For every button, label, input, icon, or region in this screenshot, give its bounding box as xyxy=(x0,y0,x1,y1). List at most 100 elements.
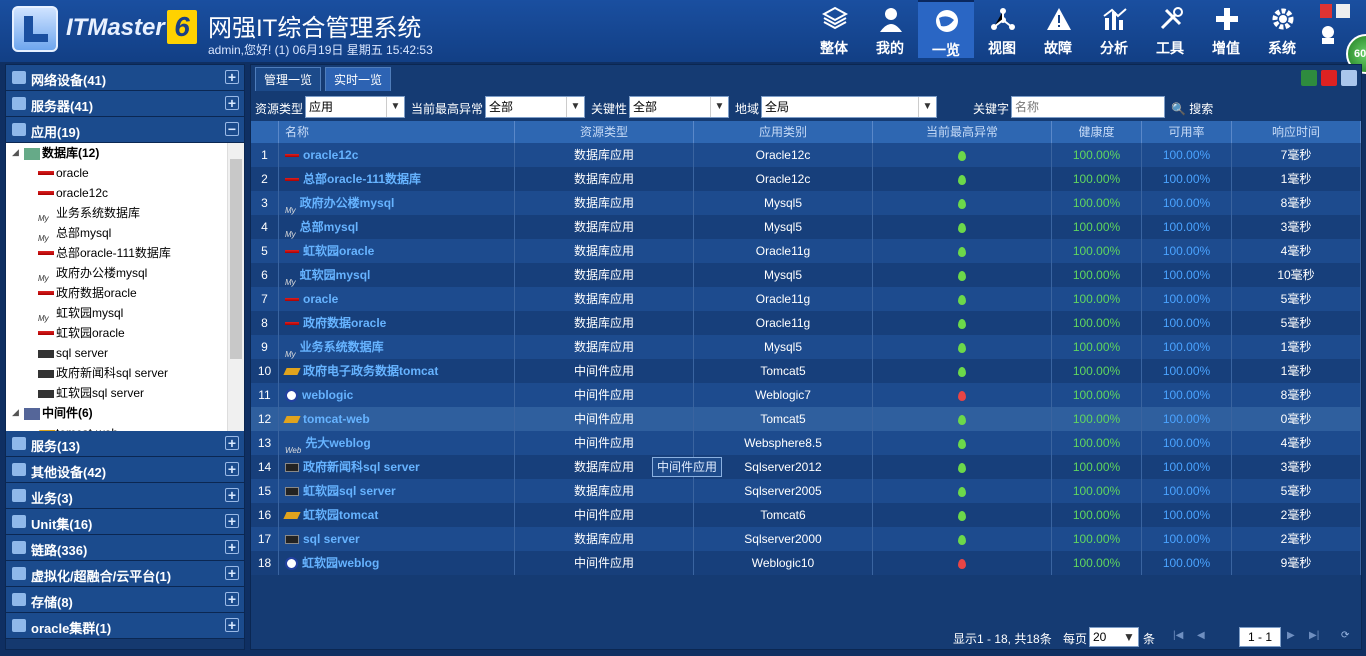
alarm-status-icon[interactable] xyxy=(958,510,966,521)
expand-icon[interactable]: + xyxy=(225,488,239,502)
resource-name-cell[interactable]: 虹软园oracle xyxy=(279,239,515,263)
col-resource-type[interactable]: 资源类型 xyxy=(515,121,694,143)
nav-item-7[interactable]: 增值 xyxy=(1198,0,1254,58)
sidebar-category[interactable]: 虚拟化/超融合/云平台(1) + xyxy=(6,561,244,587)
alarm-status-icon[interactable] xyxy=(958,366,966,377)
tree-toggle-icon[interactable]: ◢ xyxy=(12,147,19,158)
next-page-icon[interactable]: ▶ xyxy=(1287,630,1295,641)
resource-name-cell[interactable]: tomcat-web xyxy=(279,407,515,431)
resource-name-cell[interactable]: My 业务系统数据库 xyxy=(279,335,515,359)
tree-item[interactable]: oracle xyxy=(38,163,89,183)
resource-name-link[interactable]: sql server xyxy=(303,532,360,546)
excel-export-icon[interactable] xyxy=(1301,70,1317,86)
tree-item[interactable]: 总部oracle-111数据库 xyxy=(38,243,171,263)
resource-name-link[interactable]: 虹软园sql server xyxy=(303,484,396,498)
col-name[interactable]: 名称 xyxy=(279,121,515,143)
tab-manage-overview[interactable]: 管理一览 xyxy=(255,67,322,91)
alarm-status-icon[interactable] xyxy=(958,174,966,185)
alarm-status-icon[interactable] xyxy=(958,198,966,209)
per-page-select[interactable]: 20 ▼ xyxy=(1089,627,1139,647)
resource-name-cell[interactable]: 总部oracle-111数据库 xyxy=(279,167,515,191)
sidebar-category[interactable]: 其他设备(42) + xyxy=(6,457,244,483)
collapse-icon[interactable]: − xyxy=(225,122,239,136)
col-health[interactable]: 健康度 xyxy=(1052,121,1142,143)
expand-icon[interactable]: + xyxy=(225,70,239,84)
table-row[interactable]: 13 Web先大weblog 中间件应用 Websphere8.5 100.00% 100… xyxy=(251,431,1361,455)
tree-scroll-thumb[interactable] xyxy=(230,159,242,359)
resource-name-cell[interactable]: 虹软园sql server xyxy=(279,479,515,503)
expand-icon[interactable]: + xyxy=(225,618,239,632)
resource-name-link[interactable]: 虹软园mysql xyxy=(300,268,371,282)
refresh-icon[interactable]: ⟳ xyxy=(1341,630,1349,641)
resource-name-link[interactable]: tomcat-web xyxy=(303,412,370,426)
resource-name-cell[interactable]: My 虹软园mysql xyxy=(279,263,515,287)
resource-name-cell[interactable]: My 政府办公楼mysql xyxy=(279,191,515,215)
expand-icon[interactable]: + xyxy=(225,514,239,528)
sidebar-category[interactable]: 服务器(41) + xyxy=(6,91,244,117)
resource-name-link[interactable]: 总部mysql xyxy=(300,220,359,234)
col-availability[interactable]: 可用率 xyxy=(1142,121,1232,143)
region-select[interactable]: 全局 ▼ xyxy=(761,96,937,118)
nav-item-5[interactable]: 分析 xyxy=(1086,0,1142,58)
resource-name-link[interactable]: 政府电子政务数据tomcat xyxy=(303,364,438,378)
tree-item[interactable]: My 总部mysql xyxy=(38,223,111,243)
resource-name-link[interactable]: 政府新闻科sql server xyxy=(303,460,420,474)
expand-icon[interactable]: + xyxy=(225,592,239,606)
table-row[interactable]: 11 weblogic 中间件应用 Weblogic7 100.00% 100.00% 8毫… xyxy=(251,383,1361,407)
expand-icon[interactable]: + xyxy=(225,540,239,554)
table-row[interactable]: 5 虹软园oracle 数据库应用 Oracle11g 100.00% 100.00% 4毫… xyxy=(251,239,1361,263)
resource-name-link[interactable]: oracle xyxy=(303,292,338,306)
sidebar-category[interactable]: 业务(3) + xyxy=(6,483,244,509)
sidebar-category[interactable]: Unit集(16) + xyxy=(6,509,244,535)
resource-name-link[interactable]: 虹软园oracle xyxy=(303,244,374,258)
alarm-status-icon[interactable] xyxy=(958,534,966,545)
tree-toggle-icon[interactable]: ◢ xyxy=(12,407,19,418)
table-row[interactable]: 4 My总部mysql 数据库应用 Mysql5 100.00% 100.00% 3毫秒 xyxy=(251,215,1361,239)
table-row[interactable]: 16 虹软园tomcat 中间件应用 Tomcat6 100.00% 100.00% 2毫秒 xyxy=(251,503,1361,527)
tree-group[interactable]: 数据库(12) xyxy=(24,143,99,163)
alarm-status-icon[interactable] xyxy=(958,342,966,353)
sidebar-category[interactable]: 应用(19) − xyxy=(6,117,244,143)
nav-item-8[interactable]: 系统 xyxy=(1254,0,1310,58)
table-row[interactable]: 15 虹软园sql server 数据库应用 Sqlserver2005 100.00%… xyxy=(251,479,1361,503)
sidebar-category[interactable]: 链路(336) + xyxy=(6,535,244,561)
resource-name-link[interactable]: oracle12c xyxy=(303,148,358,162)
alarm-status-icon[interactable] xyxy=(958,318,966,329)
table-row[interactable]: 12 tomcat-web 中间件应用 Tomcat5 100.00% 100.00% 0毫… xyxy=(251,407,1361,431)
expand-icon[interactable]: + xyxy=(225,462,239,476)
table-row[interactable]: 8 政府数据oracle 数据库应用 Oracle11g 100.00% 100.00% 5… xyxy=(251,311,1361,335)
expand-icon[interactable]: + xyxy=(225,566,239,580)
tree-item[interactable]: sql server xyxy=(38,343,108,363)
table-row[interactable]: 9 My业务系统数据库 数据库应用 Mysql5 100.00% 100.00% 1毫秒 xyxy=(251,335,1361,359)
resource-name-link[interactable]: 总部oracle-111数据库 xyxy=(303,172,421,186)
max-alarm-select[interactable]: 全部 ▼ xyxy=(485,96,585,118)
sidebar-category[interactable]: oracle集群(1) + xyxy=(6,613,244,639)
pdf-export-icon[interactable] xyxy=(1321,70,1337,86)
tree-item[interactable]: tomcat-web xyxy=(36,423,118,431)
search-button[interactable]: 🔍 搜索 xyxy=(1171,100,1213,117)
col-max-alarm[interactable]: 当前最高异常 xyxy=(873,121,1052,143)
tab-realtime-overview[interactable]: 实时一览 xyxy=(325,67,392,91)
alarm-status-icon[interactable] xyxy=(958,222,966,233)
tree-group[interactable]: 中间件(6) xyxy=(24,403,93,423)
table-row[interactable]: 14 政府新闻科sql server 数据库应用 Sqlserver2012 100.0… xyxy=(251,455,1361,479)
tree-item[interactable]: 虹软园sql server xyxy=(38,383,144,403)
tree-item[interactable]: My 虹软园mysql xyxy=(38,303,123,323)
table-row[interactable]: 3 My政府办公楼mysql 数据库应用 Mysql5 100.00% 100.00% 8毫… xyxy=(251,191,1361,215)
tree-scrollbar[interactable] xyxy=(227,143,244,431)
nav-item-3[interactable]: 视图 xyxy=(974,0,1030,58)
alarm-status-icon[interactable] xyxy=(958,246,966,257)
table-row[interactable]: 17 sql server 数据库应用 Sqlserver2000 100.00% 100… xyxy=(251,527,1361,551)
alarm-status-icon[interactable] xyxy=(958,294,966,305)
resource-name-link[interactable]: weblogic xyxy=(302,388,353,402)
nav-item-4[interactable]: 故障 xyxy=(1030,0,1086,58)
criticality-select[interactable]: 全部 ▼ xyxy=(629,96,729,118)
expand-icon[interactable]: + xyxy=(225,96,239,110)
table-row[interactable]: 10 政府电子政务数据tomcat 中间件应用 Tomcat5 100.00% 100.0… xyxy=(251,359,1361,383)
resource-name-link[interactable]: 业务系统数据库 xyxy=(300,340,384,354)
tree-item[interactable]: 虹软园oracle xyxy=(38,323,125,343)
resource-name-cell[interactable]: My 总部mysql xyxy=(279,215,515,239)
first-page-icon[interactable]: |◀ xyxy=(1173,630,1183,641)
table-row[interactable]: 1 oracle12c 数据库应用 Oracle12c 100.00% 100.00% 7毫… xyxy=(251,143,1361,167)
resource-name-cell[interactable]: 虹软园tomcat xyxy=(279,503,515,527)
